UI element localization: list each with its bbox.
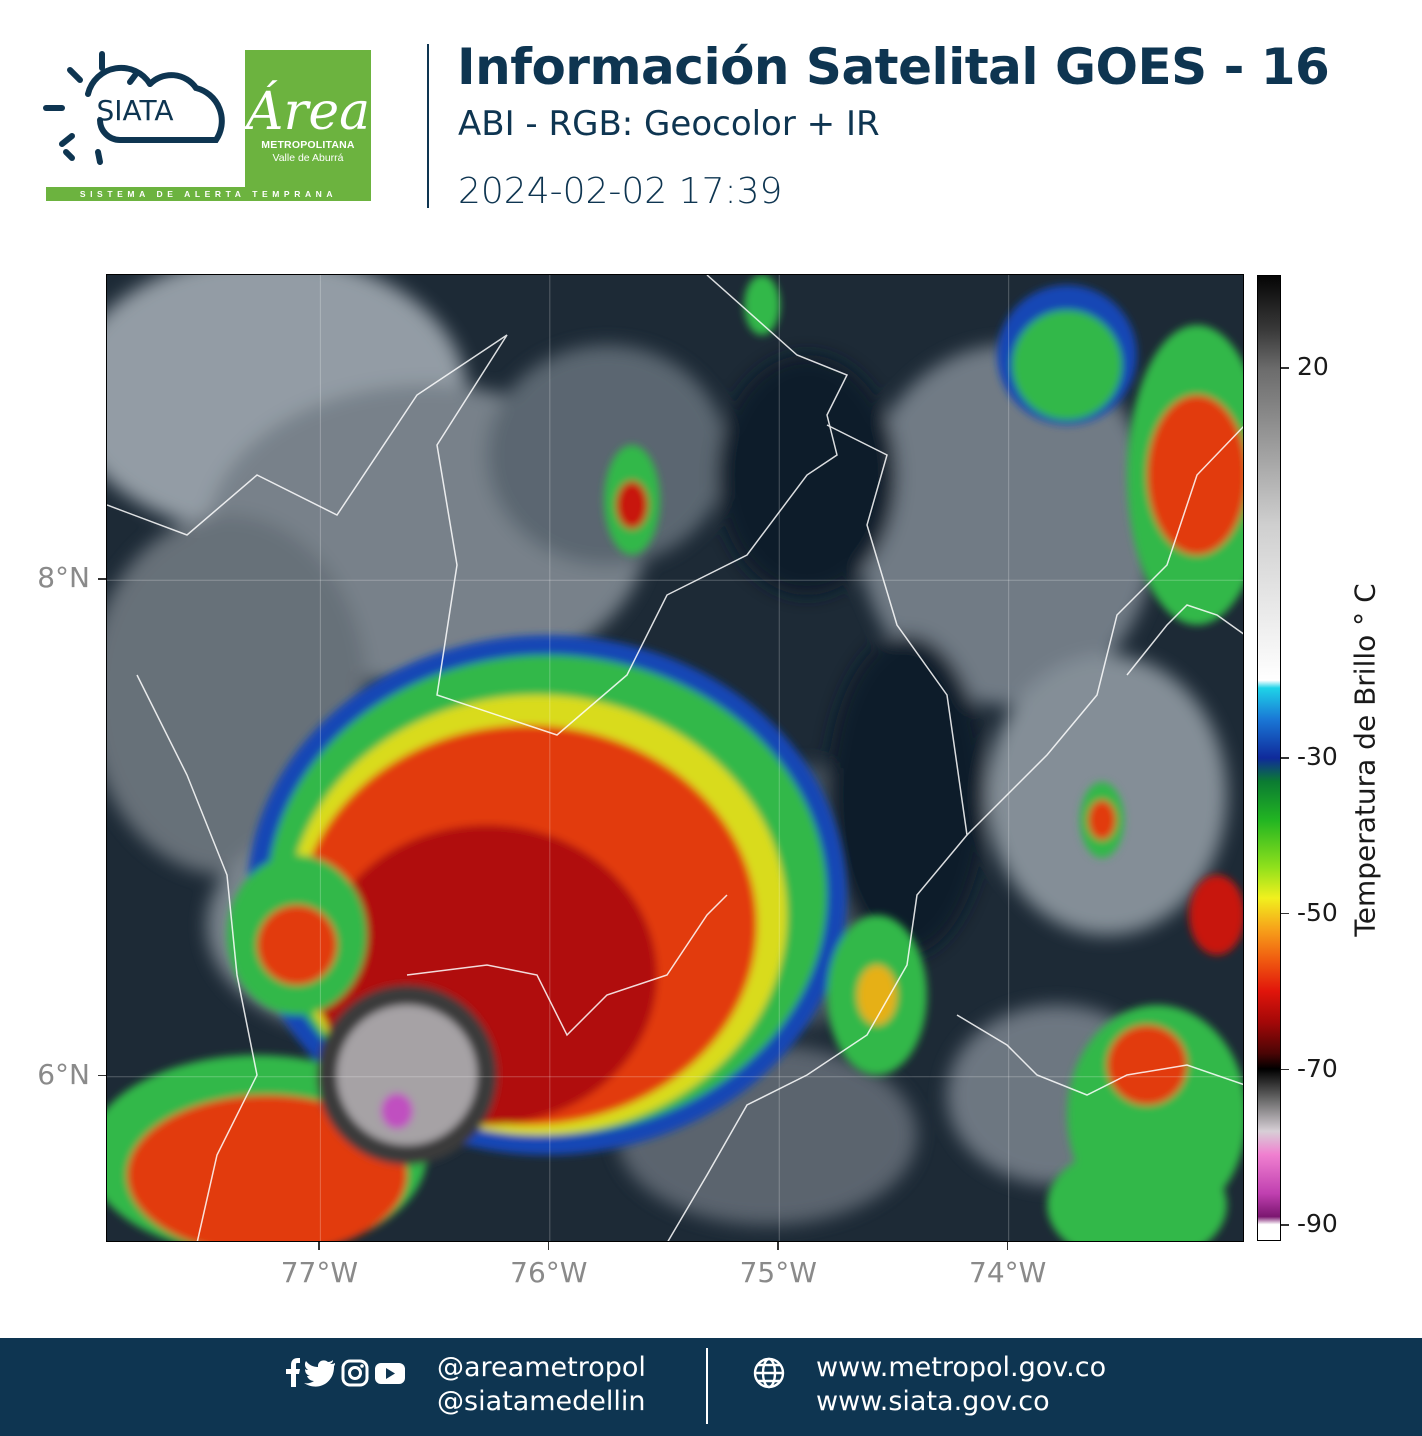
colorbar-tick-label: -50: [1297, 897, 1338, 927]
image-timestamp: 2024-02-02 17:39: [458, 171, 783, 212]
area-logo-line2: Valle de Aburrá: [272, 152, 344, 164]
lon-tick-mark: [777, 1242, 779, 1250]
lat-tick-mark: [98, 1074, 106, 1077]
colorbar-tick-label: 20: [1297, 352, 1329, 382]
footer-url-metropol[interactable]: www.metropol.gov.co: [816, 1352, 1106, 1383]
lon-tick-mark: [547, 1242, 550, 1250]
footer: @areametropol @siatamedellin www.metropo…: [0, 1338, 1422, 1436]
lat-tick-label: 6°N: [37, 1057, 90, 1091]
social-icons: [286, 1358, 405, 1387]
alert-system-strip: SISTEMA DE ALERTA TEMPRANA: [46, 187, 371, 201]
page-title: Información Satelital GOES - 16: [457, 38, 1330, 96]
youtube-icon[interactable]: [375, 1363, 405, 1384]
lon-tick-label: 76°W: [510, 1256, 588, 1289]
header-divider: [427, 44, 429, 208]
area-metropolitana-logo: Área METROPOLITANA Valle de Aburrá: [245, 50, 371, 200]
footer-divider: [706, 1348, 708, 1424]
footer-handle-siata[interactable]: @siatamedellin: [437, 1386, 646, 1417]
lon-tick-mark: [1006, 1242, 1009, 1250]
colorbar-tick-mark: [1281, 912, 1289, 915]
colorbar-tick-mark: [1281, 757, 1289, 759]
colorbar-tick-label: -90: [1297, 1209, 1338, 1239]
facebook-icon[interactable]: [286, 1358, 300, 1387]
colorbar-tick-mark: [1281, 367, 1289, 369]
lon-tick-label: 77°W: [280, 1256, 359, 1289]
temperature-colorbar: [1257, 275, 1281, 1241]
globe-icon: [753, 1357, 785, 1389]
colorbar-tick-label: -30: [1297, 742, 1338, 771]
twitter-icon[interactable]: [304, 1360, 335, 1387]
lat-tick-label: 8°N: [37, 561, 90, 595]
footer-url-siata[interactable]: www.siata.gov.co: [816, 1386, 1050, 1417]
page-subtitle: ABI - RGB: Geocolor + IR: [458, 104, 880, 144]
colorbar-title: Temperatura de Brillo ° C: [1348, 583, 1382, 937]
colorbar-tick-mark: [1281, 1224, 1289, 1226]
siata-logo-text: SIATA: [96, 94, 173, 127]
colorbar-tick-mark: [1281, 1068, 1289, 1071]
footer-handle-metropol[interactable]: @areametropol: [437, 1352, 646, 1383]
lon-tick-label: 74°W: [969, 1256, 1047, 1289]
colorbar-tick-label: -70: [1297, 1053, 1338, 1083]
lat-tick-mark: [98, 578, 106, 580]
instagram-icon[interactable]: [341, 1359, 369, 1387]
satellite-image: [107, 275, 1243, 1241]
lon-tick-mark: [318, 1242, 320, 1250]
satellite-map: [106, 274, 1244, 1242]
area-logo-word: Área: [245, 82, 371, 142]
siata-logo: SIATA: [43, 51, 225, 165]
lon-tick-label: 75°W: [739, 1256, 817, 1289]
area-logo-line1: METROPOLITANA: [261, 139, 355, 151]
